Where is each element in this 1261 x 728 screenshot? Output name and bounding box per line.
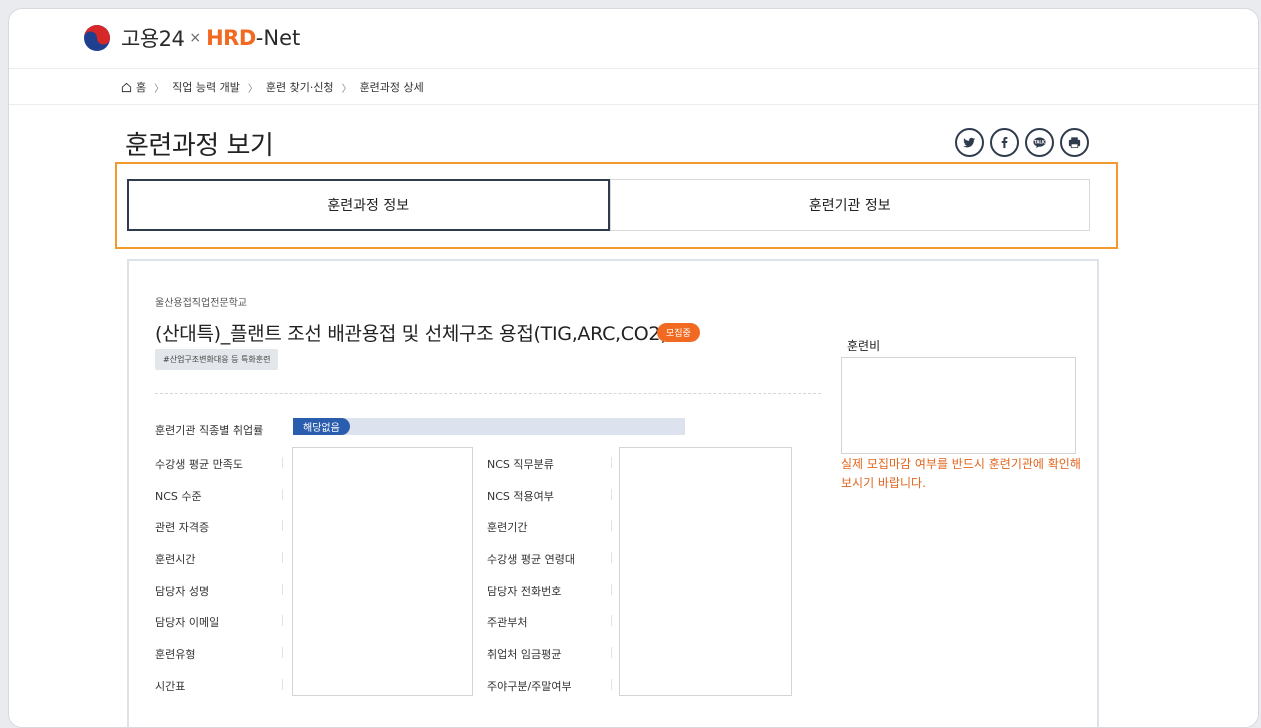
facebook-share-button[interactable] <box>990 128 1019 157</box>
column-separator <box>611 647 612 658</box>
print-icon <box>1068 137 1081 149</box>
page-frame: 고용24 × HRD -Net 홈 〉 직업 능력 개발 〉 훈련 찾기·신청 … <box>8 8 1259 728</box>
field-label-certificate: 관련 자격증 <box>155 521 210 534</box>
course-detail-panel: 울산용접직업전문학교 (산대특)_플랜트 조선 배관용접 및 선체구조 용접(T… <box>127 259 1099 727</box>
breadcrumb-course-detail: 훈련과정 상세 <box>359 81 424 94</box>
column-separator <box>282 489 283 500</box>
home-icon[interactable] <box>121 82 132 93</box>
column-separator <box>282 520 283 531</box>
fee-label: 훈련비 <box>847 339 881 353</box>
field-label-day-night: 주야구분/주말여부 <box>487 680 572 693</box>
field-label-ministry: 주관부처 <box>487 616 528 629</box>
field-label-ncs-category: NCS 직무분류 <box>487 458 554 471</box>
talk-share-button[interactable]: TALK <box>1025 128 1054 157</box>
breadcrumb-search-apply[interactable]: 훈련 찾기·신청 <box>266 79 334 95</box>
column-separator <box>282 552 283 563</box>
breadcrumb: 홈 〉 직업 능력 개발 〉 훈련 찾기·신청 〉 훈련과정 상세 <box>121 79 424 95</box>
breadcrumb-home[interactable]: 홈 <box>136 79 146 95</box>
brand-net: -Net <box>255 26 301 50</box>
taegeuk-emblem-icon <box>84 25 110 51</box>
institution-name[interactable]: 울산용접직업전문학교 <box>155 294 247 309</box>
site-logo[interactable]: 고용24 × HRD -Net <box>83 23 300 53</box>
course-hashtag: #산업구조변화대응 등 특화훈련 <box>155 349 279 370</box>
column-separator <box>611 489 612 500</box>
field-label-satisfaction: 수강생 평균 만족도 <box>155 458 243 471</box>
column-separator <box>282 679 283 690</box>
field-label-timetable: 시간표 <box>155 680 186 693</box>
print-share-button[interactable] <box>1060 128 1089 157</box>
field-label-ncs-applied: NCS 적용여부 <box>487 490 554 503</box>
column-separator <box>611 457 612 468</box>
field-label-period: 훈련기간 <box>487 521 528 534</box>
talk-icon: TALK <box>1033 137 1046 149</box>
tab-bar: 훈련과정 정보 훈련기관 정보 <box>127 179 1090 231</box>
employment-rate-value: 해당없음 <box>293 418 350 435</box>
field-label-ncs-level: NCS 수준 <box>155 490 202 503</box>
field-label-manager-phone: 담당자 전화번호 <box>487 585 562 598</box>
left-values-box <box>292 447 473 696</box>
chevron-right-icon: 〉 <box>154 83 165 95</box>
course-title: (산대특)_플랜트 조선 배관용접 및 선체구조 용접(TIG,ARC,CO2) <box>155 323 668 345</box>
twitter-share-button[interactable] <box>955 128 984 157</box>
tab-institution-info[interactable]: 훈련기관 정보 <box>609 179 1090 231</box>
section-divider <box>155 393 821 394</box>
page-title: 훈련과정 보기 <box>125 131 274 161</box>
right-values-box <box>619 447 792 696</box>
column-separator <box>611 615 612 626</box>
brand-hrd: HRD <box>206 26 256 50</box>
field-label-manager-name: 담당자 성명 <box>155 585 210 598</box>
brand-separator: × <box>189 30 202 46</box>
status-badge: 모집중 <box>657 323 700 342</box>
svg-text:TALK: TALK <box>1034 140 1046 145</box>
field-label-hours: 훈련시간 <box>155 553 196 566</box>
column-separator <box>282 615 283 626</box>
share-buttons: TALK <box>955 128 1089 157</box>
column-separator <box>611 584 612 595</box>
column-separator <box>611 520 612 531</box>
breadcrumb-skill-dev[interactable]: 직업 능력 개발 <box>172 79 240 95</box>
column-separator <box>282 457 283 468</box>
brand-goyong24: 고용24 <box>121 27 185 51</box>
tab-course-info[interactable]: 훈련과정 정보 <box>127 179 610 231</box>
twitter-icon <box>963 137 976 148</box>
column-separator <box>282 584 283 595</box>
chevron-right-icon: 〉 <box>247 83 258 95</box>
breadcrumb-bar: 홈 〉 직업 능력 개발 〉 훈련 찾기·신청 〉 훈련과정 상세 <box>9 69 1258 105</box>
fee-box <box>841 357 1076 454</box>
field-label-training-type: 훈련유형 <box>155 648 196 661</box>
column-separator <box>611 679 612 690</box>
chevron-right-icon: 〉 <box>341 83 352 95</box>
field-label-manager-email: 담당자 이메일 <box>155 616 220 629</box>
employment-rate-label: 훈련기관 직종별 취업률 <box>155 424 264 437</box>
recruitment-notice: 실제 모집마감 여부를 반드시 훈련기관에 확인해보시기 바랍니다. <box>841 457 1081 490</box>
field-label-age-group: 수강생 평균 연령대 <box>487 553 575 566</box>
column-separator <box>611 552 612 563</box>
column-separator <box>282 647 283 658</box>
employment-rate-bar <box>293 418 685 435</box>
facebook-icon <box>1001 136 1008 149</box>
field-label-wage-avg: 취업처 임금평균 <box>487 648 562 661</box>
top-header: 고용24 × HRD -Net <box>9 9 1258 69</box>
